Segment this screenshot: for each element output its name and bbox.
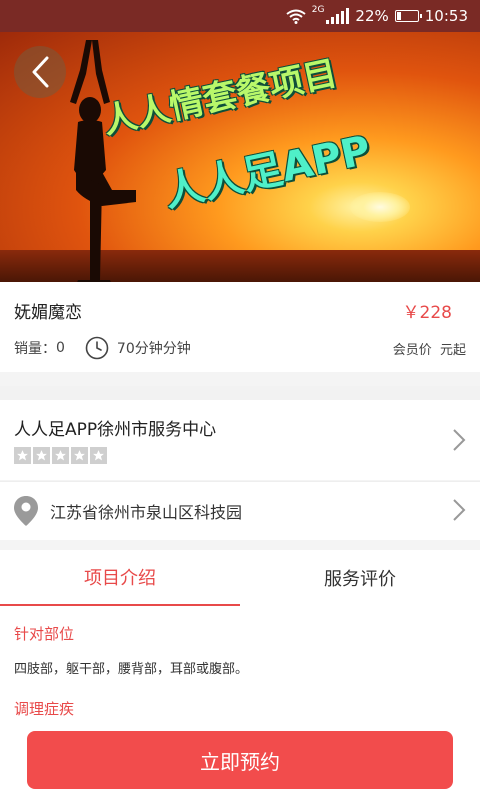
- chevron-left-icon: [32, 56, 49, 88]
- condition-heading: 调理症疾: [14, 700, 75, 718]
- product-price: ￥228: [402, 303, 452, 323]
- network-type-label: 2G: [311, 5, 325, 15]
- chevron-right-icon: [453, 429, 466, 451]
- star-icon: [71, 447, 88, 464]
- star-icon: [52, 447, 69, 464]
- tab-bar: 项目介绍 服务评价: [0, 550, 480, 606]
- product-info-card: 妩媚魔恋 ￥228 销量： 0 70分钟分钟 会员价 元起: [0, 282, 480, 372]
- location-pin-icon: [14, 496, 38, 526]
- section-divider: [0, 386, 480, 400]
- address-row[interactable]: 江苏省徐州市泉山区科技园: [0, 481, 480, 540]
- store-rating: [14, 447, 107, 464]
- store-row[interactable]: 人人足APP徐州市服务中心: [0, 400, 480, 480]
- product-name: 妩媚魔恋: [14, 303, 82, 323]
- sales-label: 销量：: [14, 341, 56, 357]
- target-area-text: 四肢部，躯干部，腰背部，耳部或腹部。: [14, 662, 249, 677]
- star-icon: [14, 447, 31, 464]
- chevron-right-icon: [453, 499, 466, 521]
- tab-project-intro[interactable]: 项目介绍: [0, 550, 240, 606]
- star-icon: [33, 447, 50, 464]
- store-name: 人人足APP徐州市服务中心: [14, 420, 217, 440]
- status-bar: 2G 22% 10:53: [0, 0, 480, 32]
- member-price-label: 会员价 元起: [392, 343, 466, 358]
- battery-icon: [394, 10, 422, 22]
- target-area-heading: 针对部位: [14, 625, 75, 643]
- product-meta: 销量： 0 70分钟分钟: [14, 336, 191, 360]
- battery-percent: 22%: [355, 7, 389, 25]
- star-icon: [90, 447, 107, 464]
- signal-icon: [326, 8, 350, 24]
- sales-value: 0: [56, 340, 65, 356]
- service-duration: 70分钟分钟: [116, 341, 191, 357]
- wifi-icon: [286, 9, 306, 24]
- tab-service-reviews[interactable]: 服务评价: [240, 550, 480, 606]
- hero-banner-image: 人人情套餐项目 人人足APP: [0, 32, 480, 282]
- book-now-button[interactable]: 立即预约: [27, 731, 453, 789]
- sunset-sun: [350, 192, 410, 222]
- clock-time: 10:53: [424, 7, 468, 25]
- back-button[interactable]: [14, 46, 66, 98]
- hero-title-line2: 人人足APP: [160, 127, 375, 217]
- store-address: 江苏省徐州市泉山区科技园: [50, 503, 243, 522]
- clock-icon: [85, 336, 109, 360]
